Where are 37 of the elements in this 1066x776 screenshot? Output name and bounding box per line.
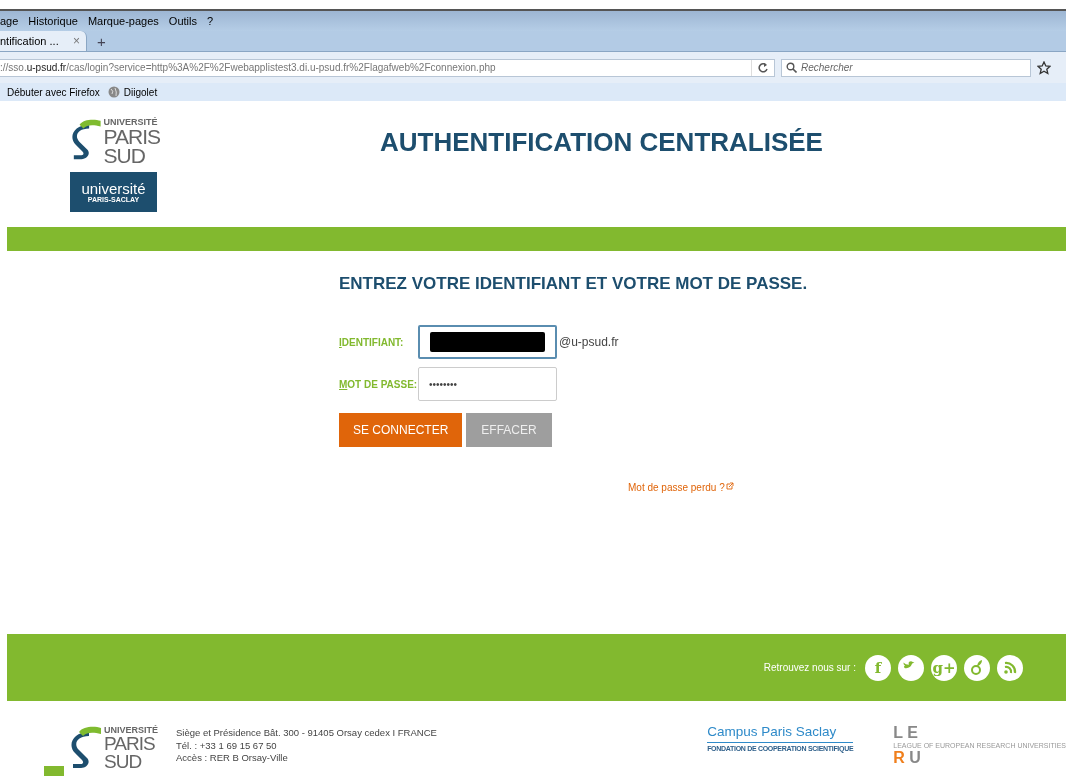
- bookmark-item[interactable]: Débuter avec Firefox: [7, 86, 100, 98]
- reload-icon[interactable]: [757, 61, 769, 74]
- s-emblem-icon: [69, 726, 103, 770]
- menu-item[interactable]: Historique: [28, 15, 78, 27]
- rss-icon[interactable]: [997, 654, 1023, 681]
- search-field[interactable]: Rechercher: [781, 58, 1031, 77]
- address-line: Tél. : +33 1 69 15 67 50: [176, 739, 278, 752]
- menu-item[interactable]: Marque-pages: [87, 15, 159, 27]
- page-title: AUTHENTIFICATION CENTRALISÉE: [380, 127, 823, 158]
- search-icon: [786, 62, 797, 73]
- new-tab-button[interactable]: +: [97, 32, 106, 50]
- university-logo: UNIVERSITÉ PARIS SUD: [70, 118, 160, 167]
- address-line: Accès : RER B Orsay-Ville: [176, 752, 289, 765]
- menu-item[interactable]: age: [0, 15, 19, 27]
- address-line: Siège et Présidence Bât. 300 - 91405 Orsay cedex I FRANCE: [176, 727, 438, 740]
- tab-title: ntification ...: [0, 35, 59, 47]
- browser-tab[interactable]: ntification ... ×: [0, 31, 87, 51]
- viadeo-icon[interactable]: [964, 654, 990, 681]
- follow-label: Retrouvez nous sur :: [763, 662, 856, 673]
- password-field[interactable]: ••••••••: [418, 367, 557, 401]
- domain-suffix: @u-psud.fr: [559, 335, 619, 349]
- bookmark-item[interactable]: Diigolet: [107, 86, 158, 98]
- lost-password-link[interactable]: Mot de passe perdu ?: [628, 482, 734, 493]
- field-label: MOT DE PASSE:: [339, 378, 418, 390]
- address-bar[interactable]: ://sso.u-psud.fr/cas/login?service=http%3A%2F%2Fwebapplistest3.di.u-psud.fr%2Flagafweb%2Fconnexion.php: [0, 58, 775, 77]
- menu-item[interactable]: ?: [206, 15, 214, 27]
- university-logo: UNIVERSITÉ PARIS SUD: [69, 726, 158, 771]
- menu-item[interactable]: Outils: [168, 15, 197, 27]
- form-heading: ENTREZ VOTRE IDENTIFIANT ET VOTRE MOT DE PASSE.: [339, 274, 809, 294]
- bird-icon[interactable]: [898, 654, 924, 681]
- bookmark-star-icon[interactable]: [1037, 60, 1051, 75]
- s-emblem-icon: [70, 118, 103, 162]
- username-field[interactable]: [418, 325, 557, 359]
- field-label: IDENTIFIANT:: [339, 336, 405, 348]
- external-link-icon: [725, 482, 734, 490]
- globe-icon: [107, 86, 120, 98]
- close-tab-button[interactable]: ×: [73, 34, 80, 48]
